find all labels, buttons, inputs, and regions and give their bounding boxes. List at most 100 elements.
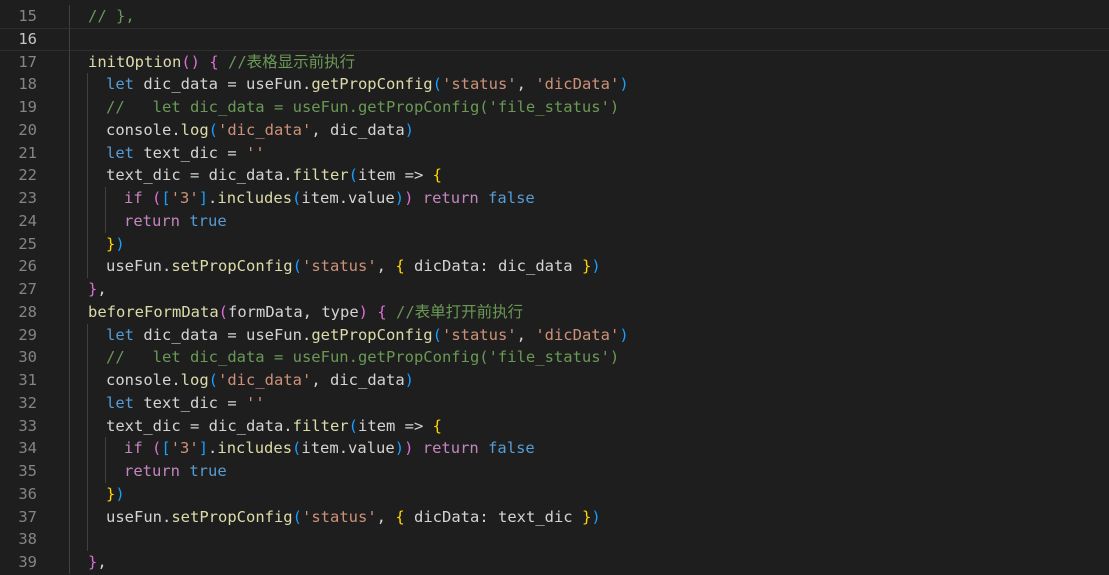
code-line[interactable]: 25}) xyxy=(0,232,1109,256)
code-token: ) xyxy=(115,484,125,503)
code-text: // let dic_data = useFun.getPropConfig('… xyxy=(106,346,619,369)
line-number: 29 xyxy=(18,325,37,344)
line-number: 24 xyxy=(18,211,37,230)
code-token: formData, type xyxy=(228,302,359,321)
code-token: ( xyxy=(208,371,218,389)
code-line[interactable]: 16 xyxy=(0,27,1109,52)
code-token: filter xyxy=(292,166,349,185)
code-token: getPropConfig xyxy=(311,325,433,344)
code-line[interactable]: 36}) xyxy=(0,482,1109,506)
code-line[interactable]: 28 beforeFormData(formData, type) { //表单打… xyxy=(0,300,1109,324)
code-token: '3' xyxy=(170,439,199,458)
code-token: } xyxy=(581,257,592,276)
code-line[interactable]: 21 let text_dic = '' xyxy=(0,141,1109,165)
code-token: console. xyxy=(106,371,181,389)
line-number: 34 xyxy=(18,439,37,458)
indent-guide xyxy=(69,323,70,347)
code-token: ) xyxy=(404,189,414,207)
line-number: 38 xyxy=(18,530,37,549)
code-token: '3' xyxy=(170,189,199,207)
code-token: } xyxy=(581,507,592,526)
indent-guide xyxy=(69,232,70,256)
code-line[interactable]: 30 // let dic_data = useFun.getPropConfig… xyxy=(0,346,1109,369)
code-line[interactable]: 32 let text_dic = '' xyxy=(0,391,1109,415)
code-line[interactable]: 29 let dic_data = useFun.getPropConfig('s… xyxy=(0,323,1109,347)
code-token: ] xyxy=(198,439,209,458)
code-line[interactable]: 22 text_dic = dic_data.filter(item => { xyxy=(0,164,1109,187)
code-token: 'dicData' xyxy=(535,325,620,344)
code-token: 'status' xyxy=(302,507,377,526)
line-number: 16 xyxy=(18,29,37,48)
indent-guide xyxy=(69,187,70,210)
line-number: 25 xyxy=(18,234,37,253)
code-token: log xyxy=(180,120,209,139)
code-token: , dic_data xyxy=(311,371,405,389)
indent-guide xyxy=(69,164,70,187)
indent-guide xyxy=(69,528,70,551)
code-token: ) xyxy=(358,302,368,321)
code-editor[interactable]: 15// }, 16 17 initOption() { //表格显示前执行 18 let… xyxy=(0,0,1109,575)
code-token: useFun. xyxy=(106,257,172,276)
indent-guide xyxy=(69,28,70,52)
code-line[interactable]: 23 if (['3'].includes(item.value)) return… xyxy=(0,187,1109,210)
code-token: dic_data = useFun. xyxy=(134,325,312,344)
code-line[interactable]: 34 if (['3'].includes(item.value)) return… xyxy=(0,437,1109,460)
code-token: // }, xyxy=(88,7,135,25)
code-line[interactable]: 19 // let dic_data = useFun.getPropConfig… xyxy=(0,96,1109,119)
indent-guide xyxy=(69,255,70,278)
code-token: ) xyxy=(591,257,601,276)
code-line[interactable]: 38 xyxy=(0,528,1109,551)
code-line[interactable]: 20 console.log('dic_data', dic_data) xyxy=(0,118,1109,142)
code-text: initOption() { //表格显示前执行 xyxy=(88,51,355,74)
code-line[interactable]: 39}, xyxy=(0,551,1109,574)
code-token: return xyxy=(422,189,479,207)
code-token: ) xyxy=(404,439,414,458)
code-token: item.value xyxy=(301,439,395,458)
code-token: includes xyxy=(217,439,293,458)
code-line[interactable]: 33 text_dic = dic_data.filter(item => { xyxy=(0,414,1109,438)
indent-guide xyxy=(69,391,70,415)
line-number: 30 xyxy=(18,348,37,367)
code-token: ) xyxy=(404,371,414,389)
line-number: 36 xyxy=(18,484,37,503)
code-token: ( xyxy=(292,189,302,207)
code-text: return true xyxy=(124,460,227,483)
indent-guide xyxy=(69,141,70,165)
indent-guide xyxy=(69,209,70,233)
code-line[interactable]: 37 useFun.setPropConfig('status', { dicDa… xyxy=(0,505,1109,529)
code-token: 'status' xyxy=(441,325,517,344)
code-line[interactable]: 27}, xyxy=(0,278,1109,301)
code-token: } xyxy=(88,280,98,298)
code-token: item => xyxy=(357,416,433,435)
code-token: ( xyxy=(152,189,162,207)
code-token: 'status' xyxy=(302,257,377,276)
code-text: console.log('dic_data', dic_data) xyxy=(106,369,414,392)
indent-guide xyxy=(69,460,70,483)
line-number: 33 xyxy=(18,416,37,435)
code-token: ( xyxy=(292,257,302,276)
code-token: '' xyxy=(245,143,265,162)
indent-guide xyxy=(87,346,88,369)
code-token: { xyxy=(209,52,219,71)
code-token: , xyxy=(516,325,536,344)
code-text: let dic_data = useFun.getPropConfig('sta… xyxy=(106,73,629,96)
code-token: , dic_data xyxy=(311,120,405,139)
code-line[interactable]: 26 useFun.setPropConfig('status', { dicDa… xyxy=(0,255,1109,278)
code-token: () xyxy=(181,52,200,71)
code-line[interactable]: 24 return true xyxy=(0,209,1109,233)
code-token: { xyxy=(395,257,405,276)
code-token: 'dicData' xyxy=(535,75,620,94)
code-line[interactable]: 18 let dic_data = useFun.getPropConfig('s… xyxy=(0,73,1109,96)
code-line[interactable]: 15 // }, xyxy=(0,5,1109,28)
code-token: dicData: text_dic xyxy=(404,507,582,526)
code-line[interactable]: 17 initOption() { //表格显示前执行 xyxy=(0,50,1109,74)
code-token: beforeFormData xyxy=(88,302,219,321)
code-token: return xyxy=(422,439,479,458)
code-line[interactable]: 35 return true xyxy=(0,460,1109,483)
code-line[interactable]: 31 console.log('dic_data', dic_data) xyxy=(0,369,1109,392)
code-text: console.log('dic_data', dic_data) xyxy=(106,119,414,142)
